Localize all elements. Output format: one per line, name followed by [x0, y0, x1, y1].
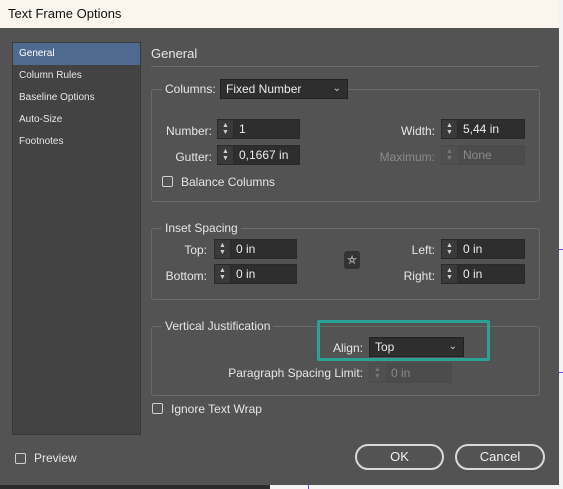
number-label: Number:: [165, 124, 212, 138]
inset-right-stepper[interactable]: ▲ ▼ 0 in: [441, 264, 525, 284]
inset-bottom-value[interactable]: 0 in: [231, 265, 296, 283]
ok-button[interactable]: OK: [355, 444, 444, 470]
sidebar-item-auto-size[interactable]: Auto-Size: [13, 109, 140, 131]
width-label: Width:: [400, 124, 435, 138]
stepper-arrows-icon: ▲ ▼: [370, 364, 386, 382]
inset-left-value[interactable]: 0 in: [458, 240, 524, 258]
maximum-stepper: ▲ ▼ None: [441, 145, 525, 165]
paragraph-spacing-limit-stepper: ▲ ▼ 0 in: [369, 363, 452, 383]
stepper-arrows-icon[interactable]: ▲ ▼: [442, 265, 458, 283]
width-value[interactable]: 5,44 in: [458, 120, 524, 138]
sidebar-item-footnotes[interactable]: Footnotes: [13, 131, 140, 153]
number-value[interactable]: 1: [234, 120, 299, 138]
link-chain-icon[interactable]: ⛤: [344, 251, 360, 269]
inset-bottom-stepper[interactable]: ▲ ▼ 0 in: [214, 264, 297, 284]
columns-label: Columns:: [162, 82, 219, 96]
cancel-button[interactable]: Cancel: [455, 444, 545, 470]
inset-right-value[interactable]: 0 in: [458, 265, 524, 283]
inset-top-stepper[interactable]: ▲ ▼ 0 in: [214, 239, 297, 259]
inset-top-label: Top:: [184, 243, 207, 257]
gutter-label: Gutter:: [175, 150, 212, 164]
maximum-label: Maximum:: [379, 150, 435, 164]
highlight-box: [317, 320, 490, 361]
ignore-text-wrap-checkbox[interactable]: [152, 403, 163, 414]
columns-type-value: Fixed Number: [226, 82, 302, 96]
width-stepper[interactable]: ▲ ▼ 5,44 in: [441, 119, 525, 139]
background-strip-bottom: [0, 485, 559, 489]
background-strip-right: [559, 0, 563, 489]
sidebar-item-baseline-options[interactable]: Baseline Options: [13, 87, 140, 109]
chevron-down-icon: ⌄: [332, 83, 341, 94]
inset-right-label: Right:: [403, 269, 435, 283]
sidebar-item-general[interactable]: General: [13, 43, 140, 65]
inset-spacing-title: Inset Spacing: [162, 221, 241, 235]
section-title: General: [151, 46, 198, 61]
maximum-value: None: [458, 146, 524, 164]
stepper-arrows-icon: ▲ ▼: [442, 146, 458, 164]
gutter-stepper[interactable]: ▲ ▼ 0,1667 in: [217, 145, 300, 165]
gutter-value[interactable]: 0,1667 in: [234, 146, 299, 164]
preview-checkbox[interactable]: [15, 453, 26, 464]
paragraph-spacing-limit-label: Paragraph Spacing Limit:: [228, 366, 363, 380]
preview-label: Preview: [34, 451, 77, 465]
columns-type-dropdown[interactable]: Fixed Number ⌄: [220, 79, 348, 99]
balance-columns-label: Balance Columns: [181, 175, 276, 189]
category-list: General Column Rules Baseline Options Au…: [12, 42, 141, 435]
inset-top-value[interactable]: 0 in: [231, 240, 296, 258]
paragraph-spacing-limit-value: 0 in: [386, 364, 451, 382]
section-divider: [151, 66, 539, 67]
inset-bottom-label: Bottom:: [165, 269, 207, 283]
inset-left-stepper[interactable]: ▲ ▼ 0 in: [441, 239, 525, 259]
stepper-arrows-icon[interactable]: ▲ ▼: [442, 240, 458, 258]
stepper-arrows-icon[interactable]: ▲ ▼: [218, 120, 234, 138]
inset-left-label: Left:: [411, 243, 435, 257]
stepper-arrows-icon[interactable]: ▲ ▼: [215, 265, 231, 283]
window-title: Text Frame Options: [0, 0, 559, 28]
number-stepper[interactable]: ▲ ▼ 1: [217, 119, 300, 139]
stepper-arrows-icon[interactable]: ▲ ▼: [215, 240, 231, 258]
balance-columns-checkbox[interactable]: [162, 176, 173, 187]
vertical-justification-title: Vertical Justification: [162, 319, 274, 333]
ignore-text-wrap-label: Ignore Text Wrap: [171, 402, 262, 416]
stepper-arrows-icon[interactable]: ▲ ▼: [442, 120, 458, 138]
sidebar-item-column-rules[interactable]: Column Rules: [13, 65, 140, 87]
stepper-arrows-icon[interactable]: ▲ ▼: [218, 146, 234, 164]
